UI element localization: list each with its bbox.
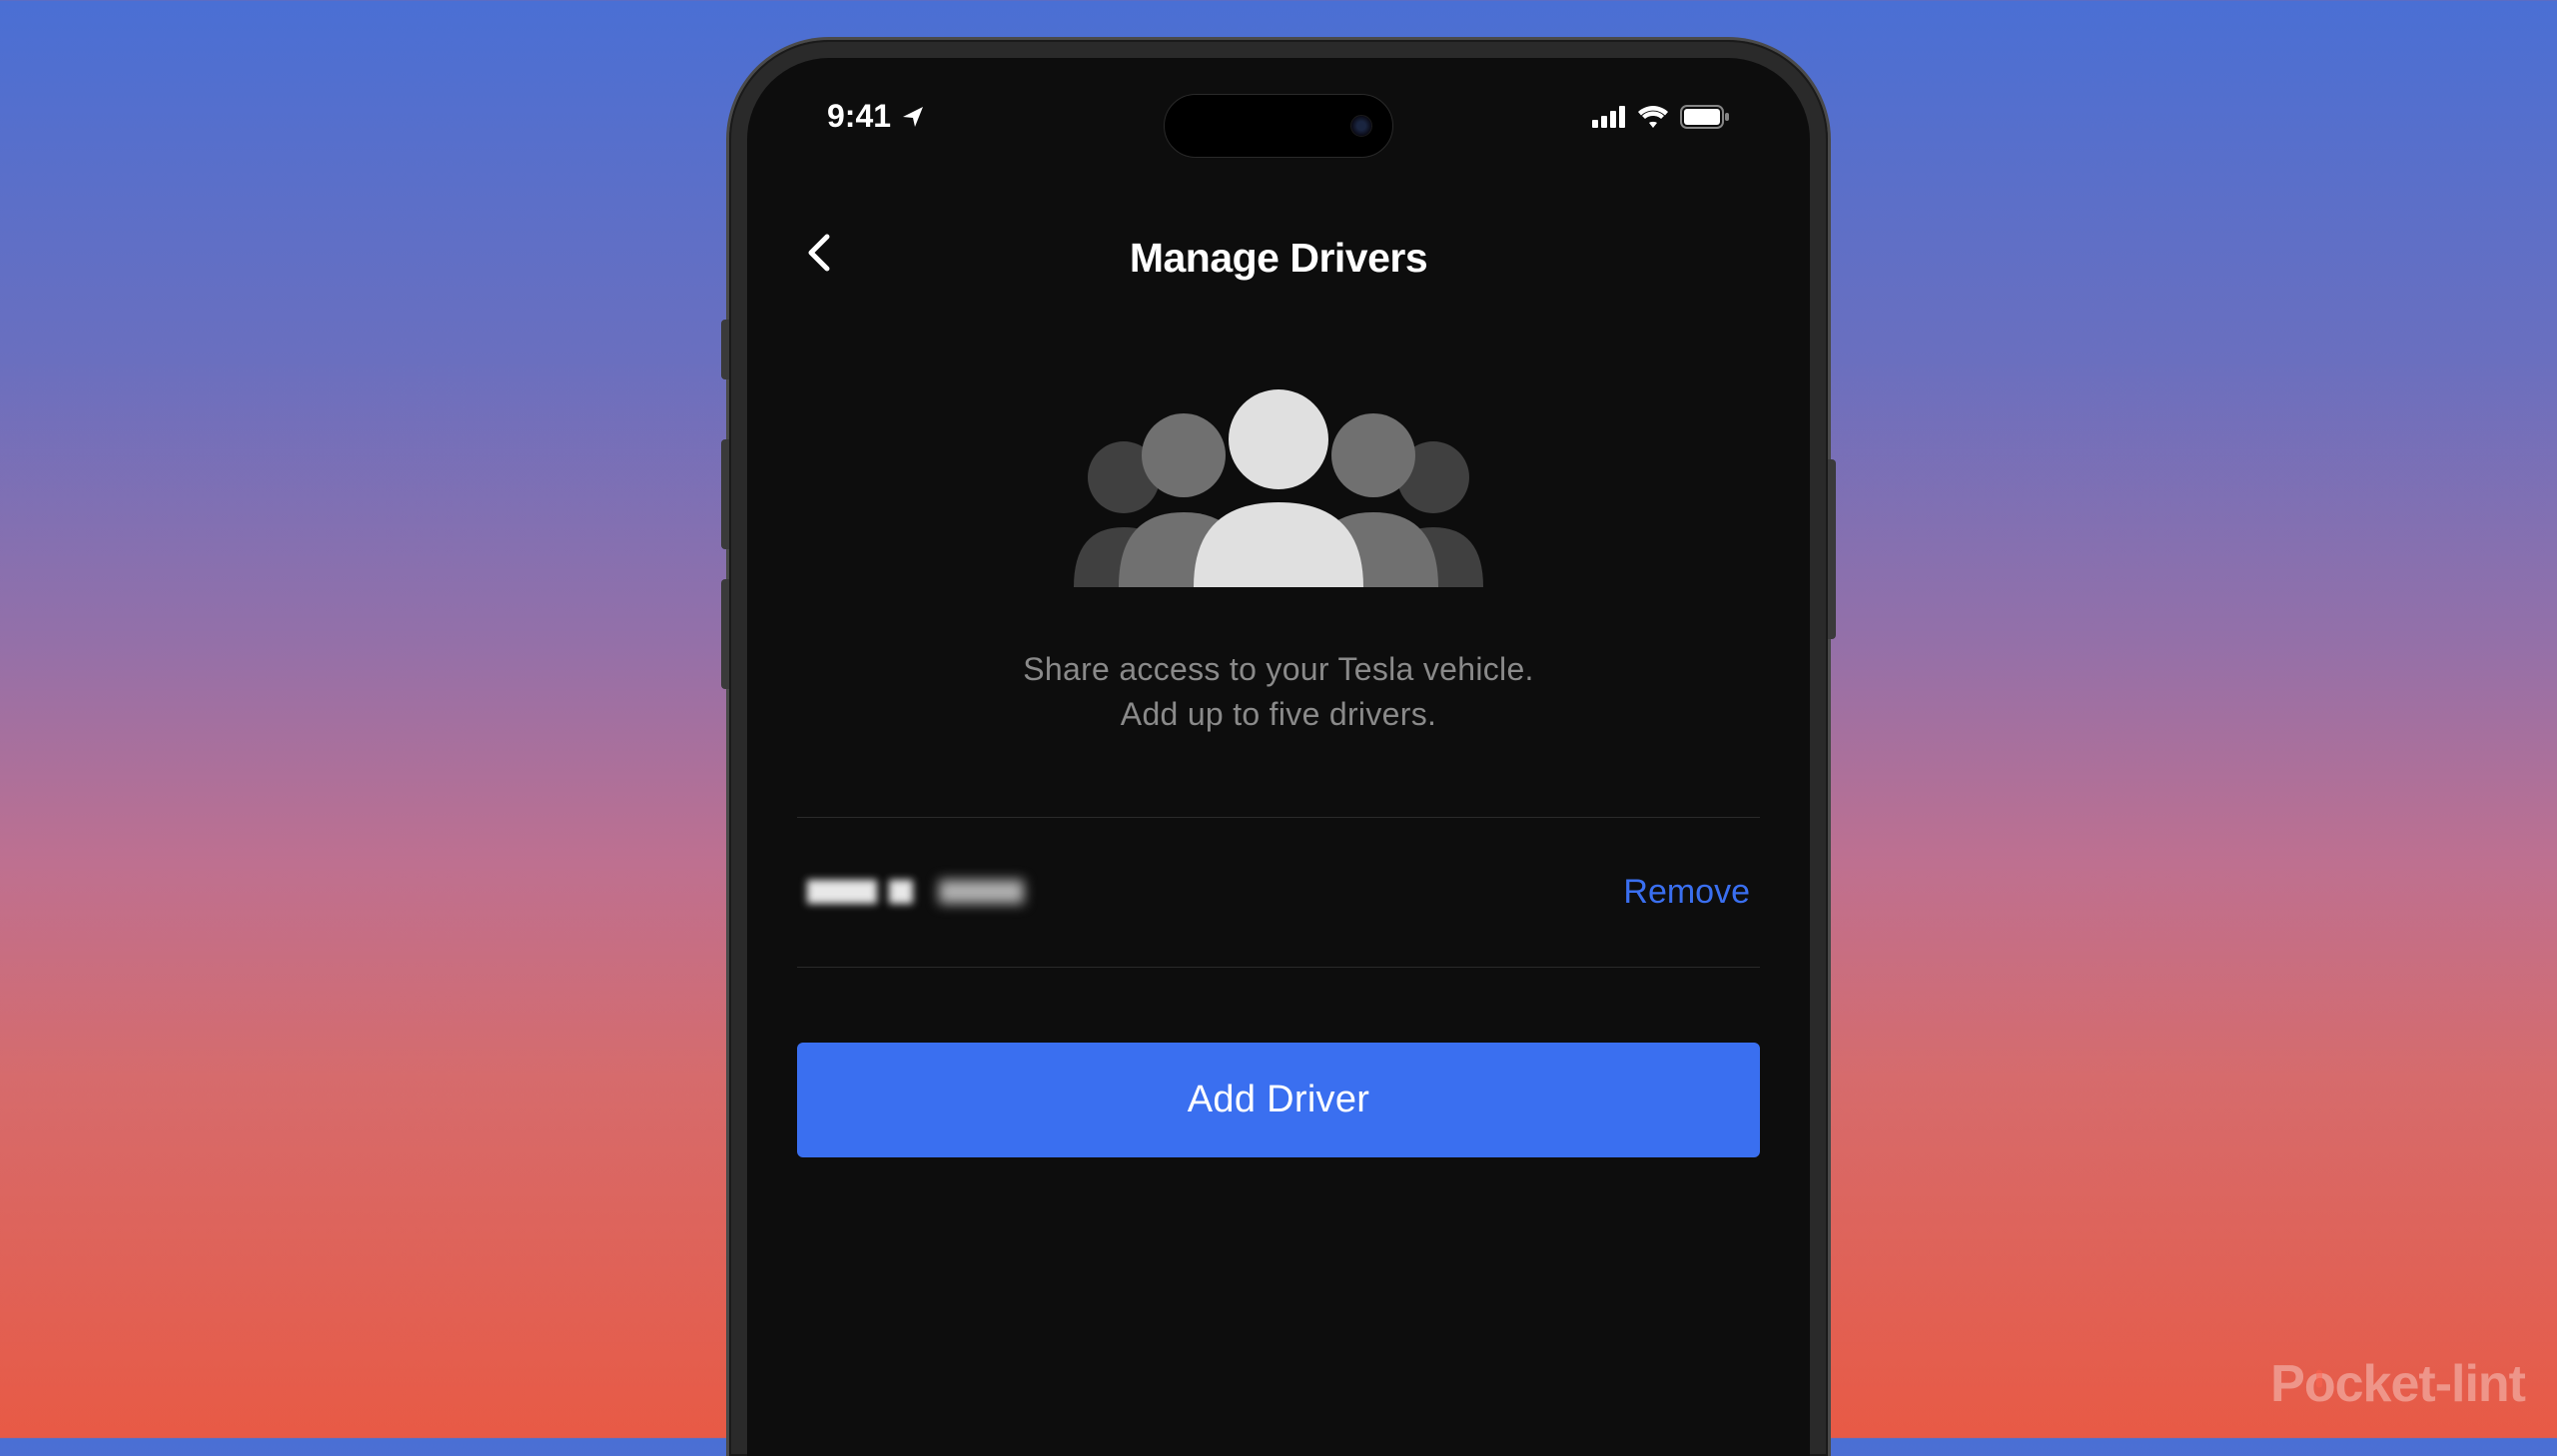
description-text: Share access to your Tesla vehicle. Add …: [747, 647, 1810, 737]
watermark: Pocket-lint: [2270, 1354, 2525, 1414]
watermark-text-after: cket-lint: [2335, 1354, 2525, 1414]
driver-row: Remove: [797, 818, 1760, 968]
remove-driver-button[interactable]: Remove: [1623, 873, 1750, 912]
status-time: 9:41: [827, 98, 891, 135]
cellular-signal-icon: [1592, 106, 1626, 128]
volume-up-button: [721, 439, 729, 549]
dynamic-island: [1164, 94, 1393, 158]
driver-name-redacted: [807, 880, 1024, 904]
add-driver-button[interactable]: Add Driver: [797, 1043, 1760, 1157]
redacted-text: [807, 880, 877, 904]
status-right: [1592, 98, 1730, 135]
battery-icon: [1680, 105, 1730, 129]
watermark-text-before: P: [2270, 1354, 2304, 1414]
page-title: Manage Drivers: [797, 235, 1760, 282]
description-line-1: Share access to your Tesla vehicle.: [807, 647, 1750, 692]
description-line-2: Add up to five drivers.: [807, 692, 1750, 737]
location-icon: [901, 105, 925, 129]
driver-list: Remove: [797, 817, 1760, 968]
back-button[interactable]: [807, 233, 831, 284]
people-group-icon: [747, 387, 1810, 597]
status-left: 9:41: [827, 98, 925, 135]
power-button: [1828, 459, 1836, 639]
mute-switch: [721, 320, 729, 379]
phone-frame: 9:41: [729, 40, 1828, 1456]
redacted-text: [939, 880, 1024, 904]
watermark-logo-o: o: [2304, 1354, 2335, 1414]
wifi-icon: [1638, 106, 1668, 128]
phone-screen: 9:41: [747, 58, 1810, 1456]
front-camera: [1350, 115, 1372, 137]
redacted-text: [889, 880, 913, 904]
volume-down-button: [721, 579, 729, 689]
